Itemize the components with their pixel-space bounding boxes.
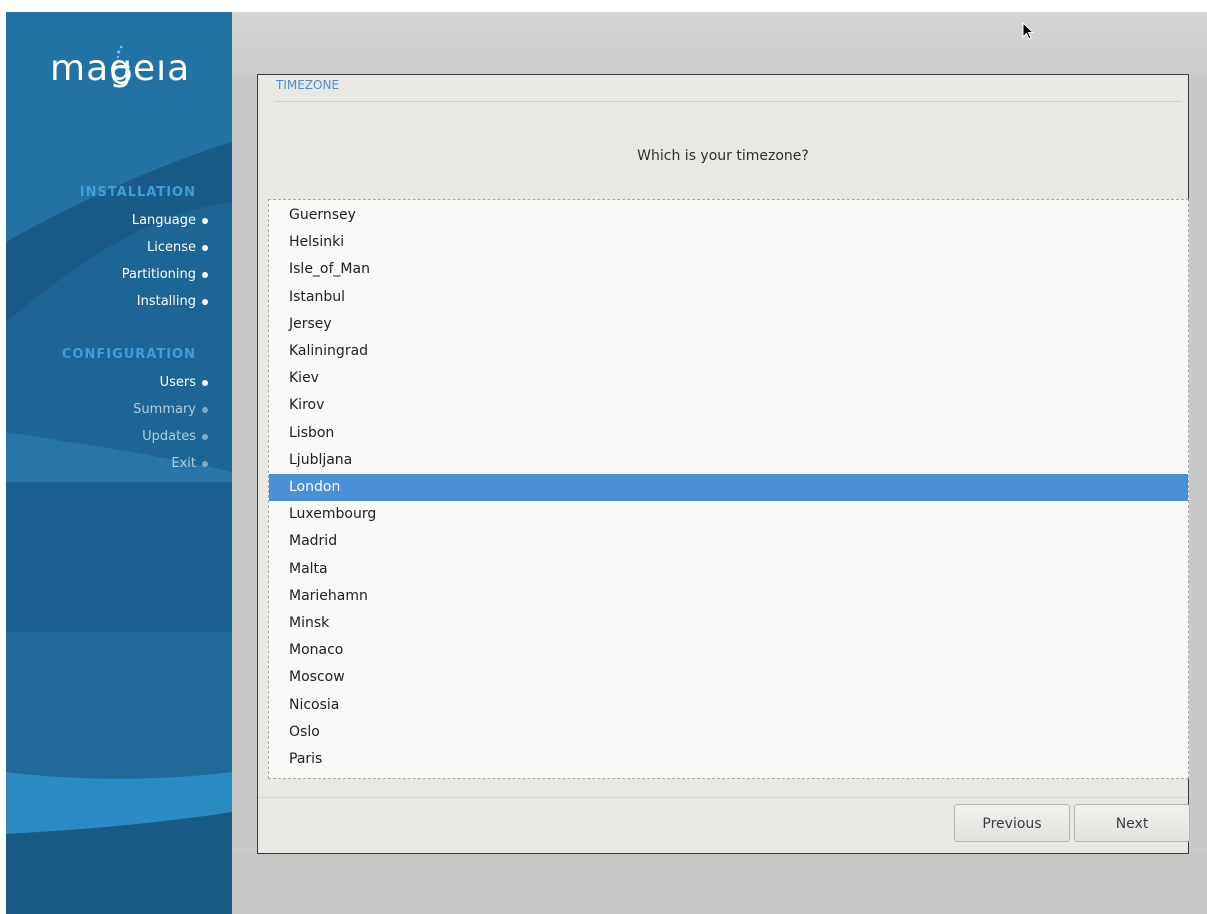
- sidebar-step-exit: Exit: [171, 456, 196, 471]
- sidebar-step-users: Users: [159, 375, 196, 390]
- timezone-list[interactable]: Guernsey Helsinki Isle_of_Man Istanbul Jerse…: [268, 199, 1189, 779]
- timezone-item[interactable]: Helsinki: [269, 229, 1188, 256]
- next-button[interactable]: Next: [1074, 804, 1190, 842]
- top-bar: [232, 12, 1207, 74]
- timezone-item[interactable]: Guernsey: [269, 202, 1188, 229]
- timezone-item[interactable]: Jersey: [269, 311, 1188, 338]
- timezone-item-selected[interactable]: London: [269, 474, 1188, 501]
- step-done-dot: [202, 272, 208, 278]
- bottom-bar: [232, 854, 1207, 914]
- previous-button[interactable]: Previous: [954, 804, 1070, 842]
- timezone-item[interactable]: Minsk: [269, 610, 1188, 637]
- sidebar: mageıa INSTALLATION Language License Par…: [6, 12, 232, 914]
- sidebar-step-language: Language: [131, 213, 196, 228]
- timezone-item[interactable]: Moscow: [269, 664, 1188, 691]
- timezone-item[interactable]: Luxembourg: [269, 501, 1188, 528]
- title-separator: [274, 101, 1182, 102]
- timezone-item[interactable]: Kirov: [269, 392, 1188, 419]
- timezone-item[interactable]: Istanbul: [269, 284, 1188, 311]
- timezone-item[interactable]: Paris: [269, 746, 1188, 773]
- panel-title: TIMEZONE: [276, 78, 340, 92]
- sidebar-background: [6, 12, 232, 914]
- timezone-item[interactable]: Oslo: [269, 719, 1188, 746]
- timezone-item[interactable]: Monaco: [269, 637, 1188, 664]
- step-done-dot: [202, 380, 208, 386]
- timezone-item[interactable]: Lisbon: [269, 420, 1188, 447]
- sidebar-step-license: License: [146, 240, 196, 255]
- mouse-pointer-icon: [1022, 22, 1035, 40]
- installation-section-title: INSTALLATION: [79, 185, 196, 200]
- sidebar-step-updates: Updates: [142, 429, 196, 444]
- sidebar-step-partitioning: Partitioning: [121, 267, 196, 282]
- step-done-dot: [202, 245, 208, 251]
- step-pending-dot: [202, 407, 208, 413]
- timezone-question: Which is your timezone?: [637, 148, 809, 164]
- step-pending-dot: [202, 461, 208, 467]
- timezone-item[interactable]: Ljubljana: [269, 447, 1188, 474]
- timezone-panel: TIMEZONE Which is your timezone? Guernse…: [257, 74, 1190, 854]
- sidebar-step-summary: Summary: [133, 402, 196, 417]
- timezone-item[interactable]: Kiev: [269, 365, 1188, 392]
- timezone-item[interactable]: Kaliningrad: [269, 338, 1188, 365]
- timezone-item[interactable]: Madrid: [269, 528, 1188, 555]
- timezone-item[interactable]: Isle_of_Man: [269, 256, 1188, 283]
- screen: mageıa INSTALLATION Language License Par…: [6, 12, 1207, 914]
- step-done-dot: [202, 299, 208, 305]
- step-done-dot: [202, 218, 208, 224]
- configuration-section-title: CONFIGURATION: [61, 347, 196, 362]
- step-pending-dot: [202, 434, 208, 440]
- timezone-item[interactable]: Nicosia: [269, 692, 1188, 719]
- sidebar-step-installing: Installing: [136, 294, 196, 309]
- timezone-item[interactable]: Mariehamn: [269, 583, 1188, 610]
- button-separator: [258, 797, 1188, 798]
- timezone-item[interactable]: Malta: [269, 556, 1188, 583]
- logo-text: mageıa: [50, 48, 191, 89]
